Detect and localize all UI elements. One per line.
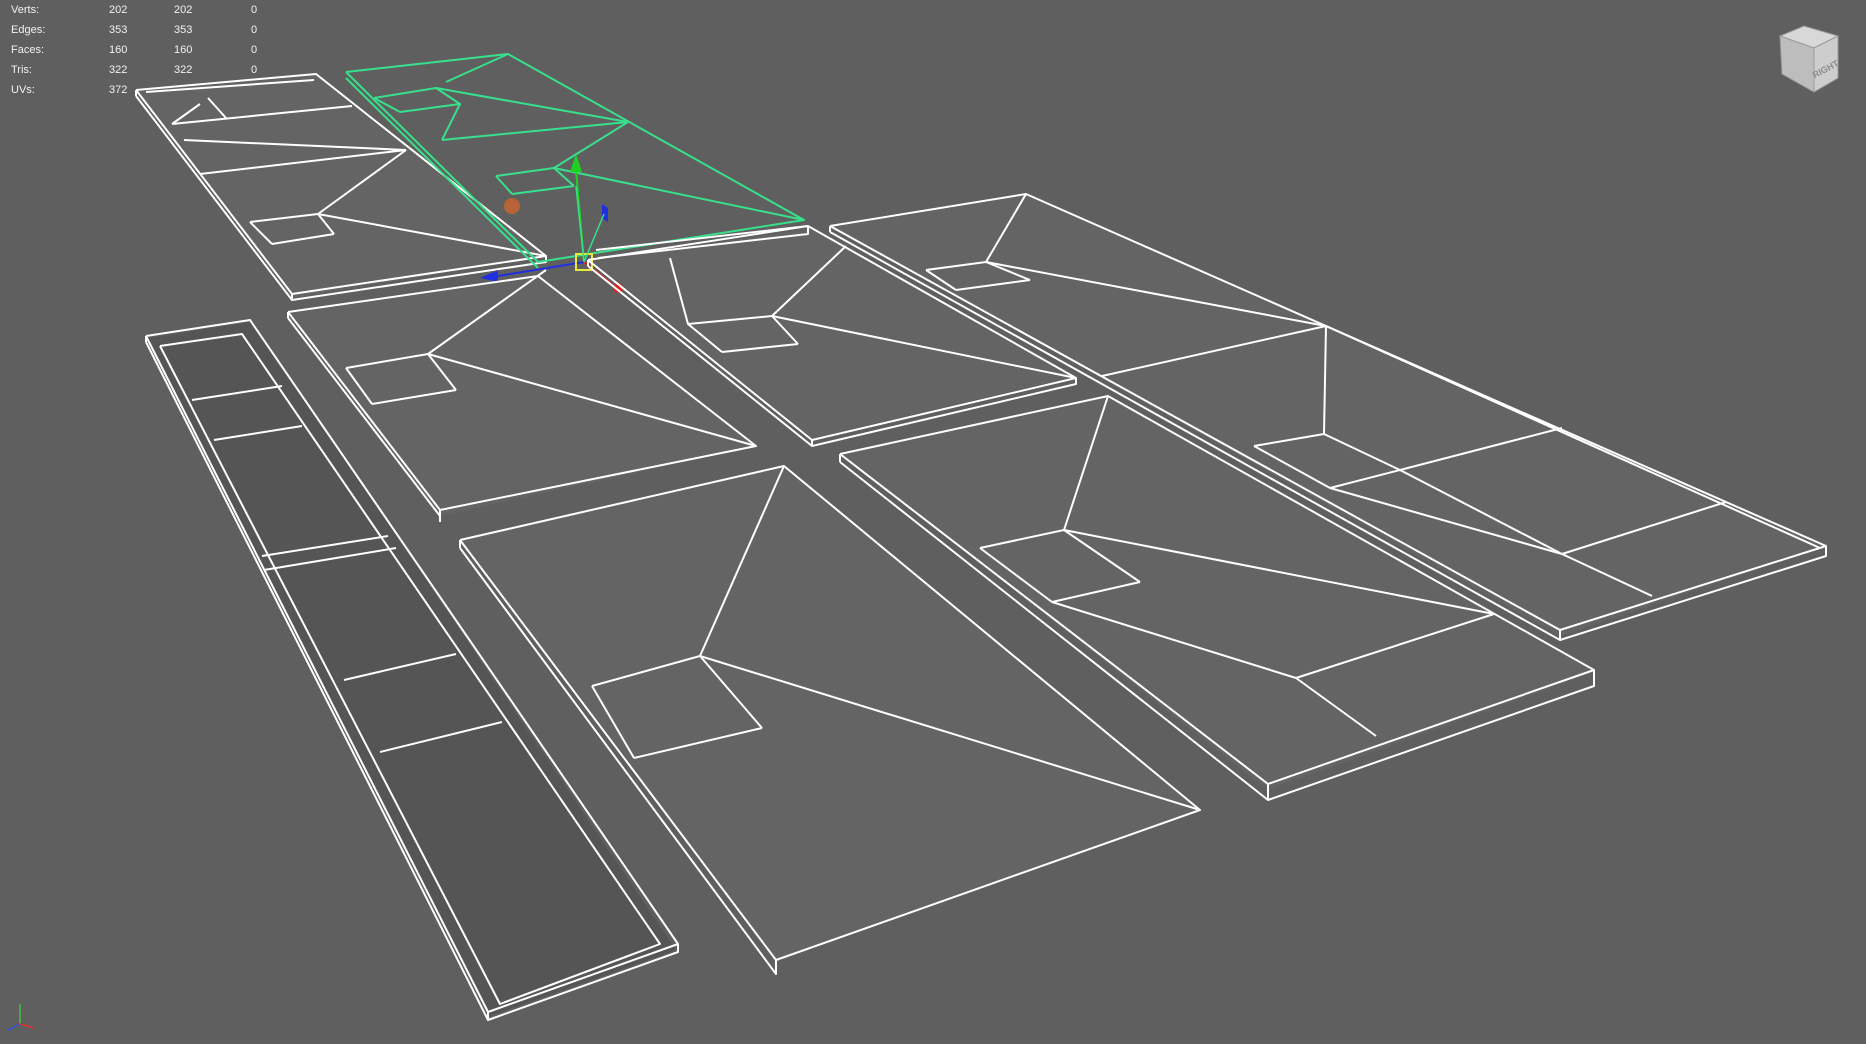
3d-viewport[interactable]: Verts: 202 202 0 Edges: 353 353 0 Faces:… (0, 0, 1866, 1044)
axis-tripod-icon (7, 1004, 35, 1031)
mesh-tile-top-left[interactable] (135, 73, 547, 301)
view-cube-icon[interactable]: RIGHT (1776, 22, 1846, 98)
scene-wireframe[interactable] (0, 0, 1866, 1044)
